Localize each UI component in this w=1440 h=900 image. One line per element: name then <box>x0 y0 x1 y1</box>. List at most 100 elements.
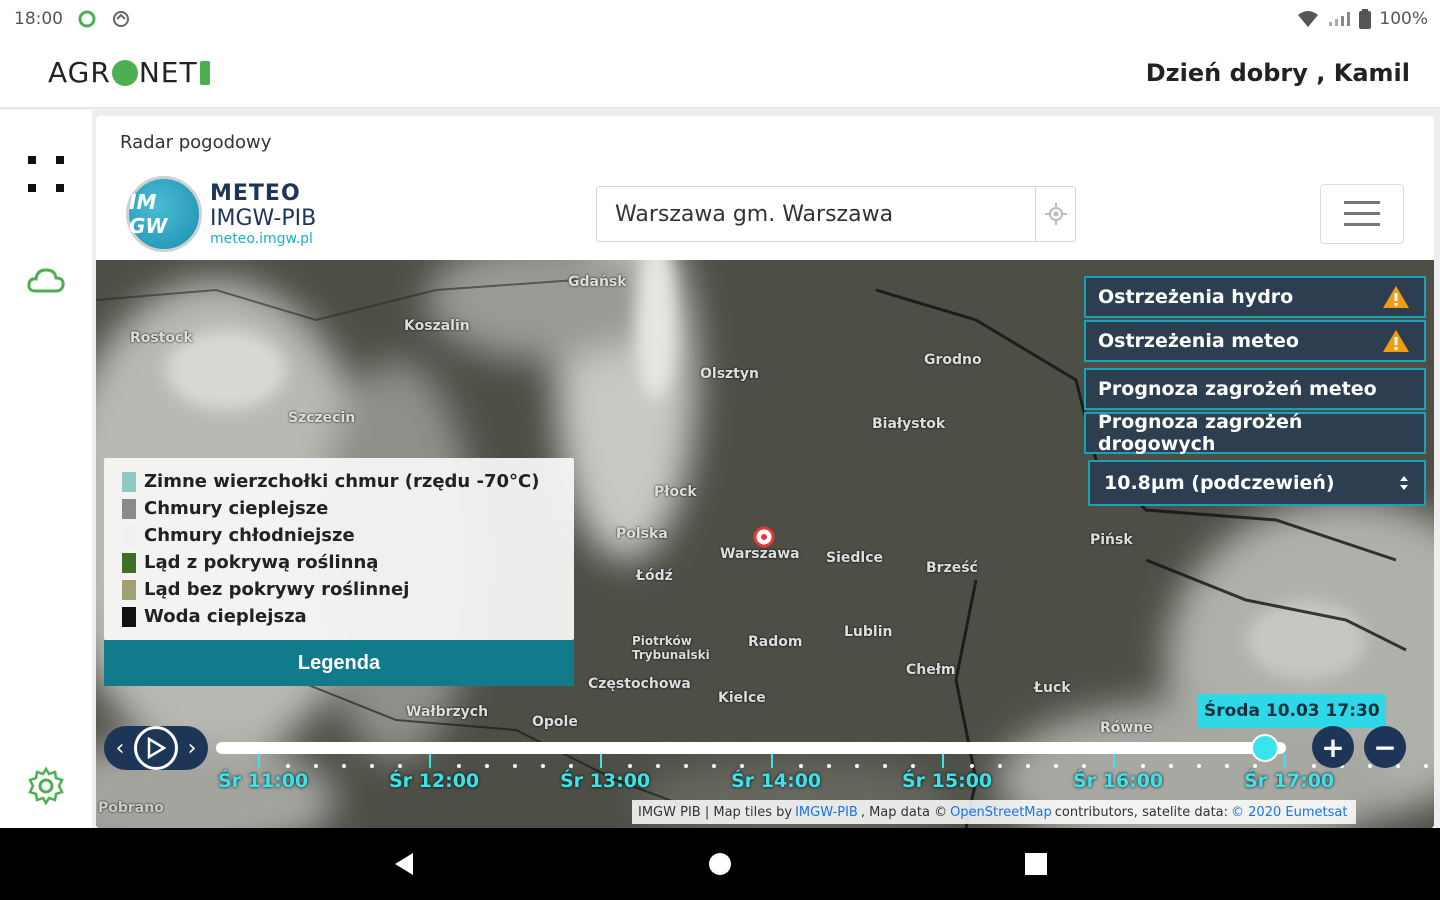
timeline-minor-tick <box>1082 764 1086 768</box>
timeline-label[interactable]: Śr 13:00 <box>560 770 650 792</box>
attribution-eumetsat-link[interactable]: © 2020 Eumetsat <box>1231 805 1347 820</box>
timeline-label[interactable]: Śr 16:00 <box>1073 770 1163 792</box>
brand-logo[interactable]: AGR NET <box>48 56 210 89</box>
radar-card: Radar pogodowy IM GW METEO IMGW-PIB mete… <box>96 116 1434 828</box>
timeline-minor-tick <box>457 764 461 768</box>
hamburger-menu-button[interactable] <box>1320 184 1404 244</box>
timeline-track[interactable] <box>216 742 1286 754</box>
battery-level: 100% <box>1379 9 1428 29</box>
legend-item: Woda cieplejsza <box>122 603 574 630</box>
sidebar-dashboard-button[interactable] <box>22 150 70 198</box>
channel-select[interactable]: 10.8µm (podczewień) <box>1088 460 1426 506</box>
legend-label: Woda cieplejsza <box>144 606 307 627</box>
timeline-label[interactable]: Śr 17:00 <box>1244 770 1334 792</box>
legend-swatch <box>122 606 136 627</box>
battery-icon <box>1359 9 1372 29</box>
location-search-input[interactable] <box>597 187 1035 241</box>
legend-swatch <box>122 552 136 573</box>
status-bar: 18:00 100% <box>0 0 1440 38</box>
previous-frame-button[interactable]: ‹ <box>110 736 130 761</box>
legend-label: Chmury chłodniejsze <box>144 525 355 546</box>
legend-toggle-button[interactable]: Legenda <box>104 640 574 686</box>
card-title: Radar pogodowy <box>120 132 272 153</box>
home-icon[interactable] <box>707 851 733 877</box>
timeline-label[interactable]: Śr 11:00 <box>218 770 308 792</box>
map-city-label: Kielce <box>718 690 766 706</box>
back-icon[interactable] <box>391 851 417 877</box>
sidebar-weather-button[interactable] <box>22 256 70 304</box>
sidebar <box>0 110 92 828</box>
next-frame-button[interactable]: › <box>182 736 202 761</box>
satellite-map[interactable]: Gdańsk Olsztyn Szczecin Koszalin Białyst… <box>96 260 1434 828</box>
legend-item: Ląd z pokrywą roślinną <box>122 549 574 576</box>
timeline-minor-tick <box>370 764 374 768</box>
timeline-minor-tick <box>883 764 887 768</box>
sidebar-settings-button[interactable] <box>22 762 70 810</box>
attribution-text: , Map data © <box>860 804 948 820</box>
timeline-minor-tick <box>541 764 545 768</box>
legend-swatch <box>122 579 136 600</box>
attribution-text: contributors, satelite data: <box>1054 804 1229 820</box>
map-city-label: Wałbrzych <box>406 704 489 720</box>
legend-label: Ląd bez pokrywy roślinnej <box>144 579 410 600</box>
legend-label: Chmury cieplejsze <box>144 498 329 519</box>
road-threat-forecast-label: Prognoza zagrożeń drogowych <box>1098 411 1303 455</box>
timeline-minor-tick <box>569 764 573 768</box>
legend-item: Zimne wierzchołki chmur (rzędu -70°C) <box>122 468 574 495</box>
zoom-in-button[interactable]: + <box>1312 726 1354 768</box>
timeline-minor-tick <box>314 764 318 768</box>
crosshair-icon <box>1044 203 1067 225</box>
map-city-label: Częstochowa <box>588 676 691 692</box>
timeline-minor-tick <box>513 764 517 768</box>
timeline-minor-tick <box>1026 764 1030 768</box>
app-header: AGR NET Dzień dobry , Kamil <box>0 38 1440 108</box>
zoom-out-button[interactable]: − <box>1364 726 1406 768</box>
map-city-label: Rostock <box>130 330 193 346</box>
legend-swatch <box>122 525 136 546</box>
map-city-label: Białystok <box>872 416 946 432</box>
timeline-minor-tick <box>485 764 489 768</box>
hydro-warnings-label: Ostrzeżenia hydro <box>1098 286 1294 308</box>
road-threat-forecast-button[interactable]: Prognoza zagrożeń drogowych <box>1084 411 1426 455</box>
timeline-minor-tick <box>1368 764 1372 768</box>
timeline-minor-tick <box>799 764 803 768</box>
locate-button[interactable] <box>1035 187 1075 241</box>
timeline-tick <box>1113 754 1115 768</box>
timeline-label[interactable]: Śr 12:00 <box>389 770 479 792</box>
map-city-label: Grodno <box>924 352 982 368</box>
timeline-label[interactable]: Śr 14:00 <box>731 770 821 792</box>
map-city-label: Polska <box>616 526 668 542</box>
timeline-minor-tick <box>970 764 974 768</box>
channel-select-value: 10.8µm (podczewień) <box>1104 472 1335 494</box>
grid-dots-icon <box>28 156 64 192</box>
warning-icon <box>1383 330 1409 352</box>
attribution-imgw-link[interactable]: IMGW-PIB <box>795 805 858 820</box>
imgw-logo[interactable]: IM GW METEO IMGW-PIB meteo.imgw.pl <box>126 176 316 252</box>
select-arrows-icon <box>1400 476 1408 490</box>
download-text: Pobrano <box>98 800 164 816</box>
gear-icon <box>28 766 64 806</box>
brand-text-a: AGR <box>48 56 111 89</box>
meteo-warnings-button[interactable]: Ostrzeżenia meteo <box>1084 320 1426 362</box>
timeline-tick <box>1284 754 1286 768</box>
timeline-handle[interactable] <box>1250 734 1279 762</box>
warning-icon <box>1383 286 1409 308</box>
timeline-label[interactable]: Śr 15:00 <box>902 770 992 792</box>
attribution-osm-link[interactable]: OpenStreetMap <box>950 805 1052 820</box>
playback-controls: ‹ › <box>104 726 208 770</box>
status-time: 18:00 <box>14 9 63 29</box>
map-city-label: Lublin <box>844 624 893 640</box>
legend-label: Ląd z pokrywą roślinną <box>144 552 379 573</box>
hydro-warnings-button[interactable]: Ostrzeżenia hydro <box>1084 276 1426 318</box>
timeline-minor-tick <box>712 764 716 768</box>
imgw-logo-circle: IM GW <box>126 176 202 252</box>
meteo-threat-forecast-button[interactable]: Prognoza zagrożeń meteo <box>1084 368 1426 410</box>
logo-line-meteo: METEO <box>210 181 301 206</box>
play-button[interactable] <box>134 726 178 770</box>
timeline-minor-tick <box>1225 764 1229 768</box>
timeline-tick <box>771 754 773 768</box>
timeline-tick <box>258 754 260 768</box>
current-time-badge: Środa 10.03 17:30 <box>1198 694 1386 728</box>
timeline-minor-tick <box>911 764 915 768</box>
recents-icon[interactable] <box>1023 851 1049 877</box>
